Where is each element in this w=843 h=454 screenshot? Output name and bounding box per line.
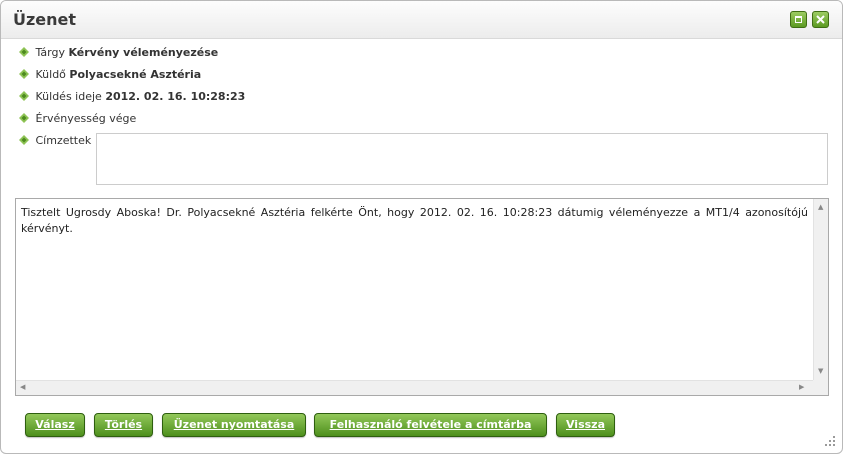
- diamond-bullet-icon: [19, 91, 29, 101]
- maximize-button[interactable]: [790, 11, 807, 28]
- message-window: Üzenet Tárgy Kérvény véleményezése Küldő…: [0, 0, 843, 454]
- message-body-textarea[interactable]: Tisztelt Ugrosdy Aboska! Dr. Polyacsekné…: [15, 198, 829, 396]
- vertical-scrollbar[interactable]: ▲ ▼: [813, 199, 828, 380]
- subject-value: Kérvény véleményezése: [68, 46, 219, 59]
- resize-grip-icon[interactable]: [824, 435, 836, 447]
- sender-label: Küldő: [35, 68, 66, 81]
- subject-label: Tárgy: [35, 46, 65, 59]
- scroll-up-icon[interactable]: ▲: [818, 204, 823, 211]
- reply-button[interactable]: Válasz: [25, 413, 85, 437]
- window-title: Üzenet: [13, 10, 77, 29]
- recipients-row: Címzettek: [19, 134, 91, 148]
- scroll-right-icon[interactable]: ▶: [799, 384, 804, 391]
- diamond-bullet-icon: [19, 113, 29, 123]
- sent-at-label: Küldés ideje: [35, 90, 102, 103]
- validity-row: Érvényesség vége: [19, 112, 136, 126]
- title-bar: Üzenet: [1, 1, 842, 39]
- print-message-button[interactable]: Üzenet nyomtatása: [162, 413, 306, 437]
- scroll-left-icon[interactable]: ◀: [20, 384, 25, 391]
- recipients-field[interactable]: [96, 133, 828, 185]
- delete-button[interactable]: Törlés: [94, 413, 153, 437]
- recipients-label: Címzettek: [35, 134, 92, 147]
- subject-row: Tárgy Kérvény véleményezése: [19, 46, 218, 60]
- sent-at-row: Küldés ideje 2012. 02. 16. 10:28:23: [19, 90, 245, 104]
- back-button[interactable]: Vissza: [556, 413, 615, 437]
- scroll-down-icon[interactable]: ▼: [818, 368, 823, 375]
- horizontal-scrollbar[interactable]: ◀ ▶: [16, 380, 813, 395]
- close-icon: [816, 15, 825, 24]
- diamond-bullet-icon: [19, 69, 29, 79]
- diamond-bullet-icon: [19, 135, 29, 145]
- close-button[interactable]: [812, 11, 829, 28]
- sender-value: Polyacsekné Asztéria: [69, 68, 202, 81]
- sender-row: Küldő Polyacsekné Asztéria: [19, 68, 201, 82]
- maximize-icon: [795, 16, 802, 23]
- diamond-bullet-icon: [19, 47, 29, 57]
- add-to-contacts-button[interactable]: Felhasználó felvétele a címtárba: [314, 413, 547, 437]
- message-body-text: Tisztelt Ugrosdy Aboska! Dr. Polyacsekné…: [21, 206, 808, 235]
- sent-at-value: 2012. 02. 16. 10:28:23: [105, 90, 246, 103]
- validity-label: Érvényesség vége: [35, 112, 137, 125]
- scrollbar-corner: [813, 380, 828, 395]
